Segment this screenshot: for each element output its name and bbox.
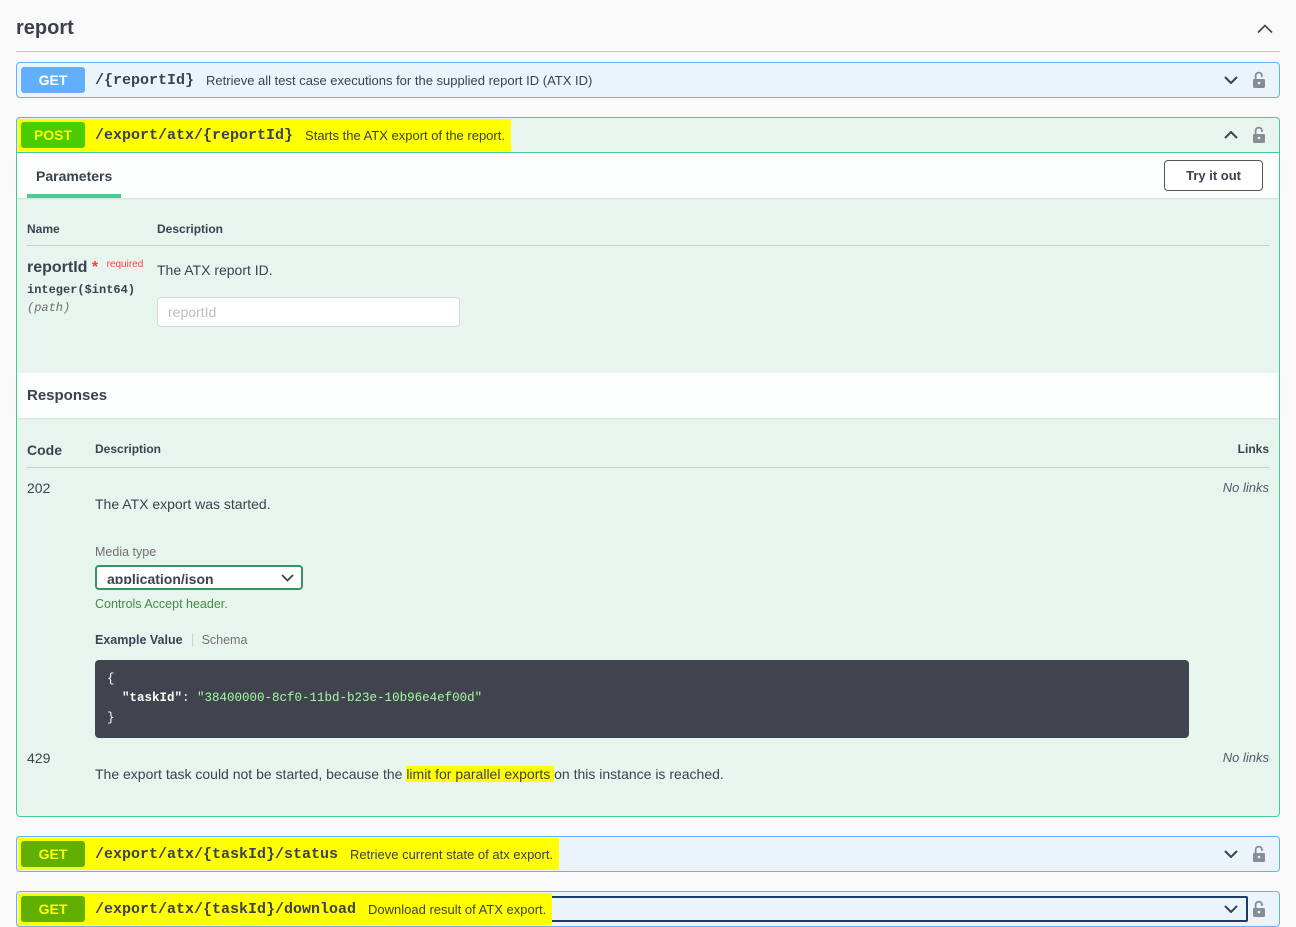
response-202-cell: The ATX export was started. Media type a…	[95, 468, 1189, 738]
endpoint-summary-row: GET /export/atx/{taskId}/download Downlo…	[17, 892, 1279, 926]
response-429-text-end: on this instance is reached.	[554, 766, 724, 782]
example-json-block: { "taskId": "38400000-8cf0-11bd-b23e-10b…	[95, 660, 1189, 738]
reportid-input[interactable]	[157, 297, 460, 327]
tab-separator	[192, 633, 193, 647]
endpoint-summary-row: POST /export/atx/{reportId} Starts the A…	[17, 118, 1279, 152]
chevron-down-icon[interactable]	[1214, 76, 1248, 84]
required-asterisk: *	[92, 259, 98, 276]
media-type-select[interactable]: application/json	[95, 565, 303, 590]
description-column-header: Description	[95, 442, 1189, 468]
parameter-location: (path)	[27, 301, 157, 315]
opblock-get-download: GET /export/atx/{taskId}/download Downlo…	[16, 891, 1280, 927]
operation-body: Parameters Try it out Name Description r…	[17, 152, 1279, 816]
expand-operation-button[interactable]: GET /export/atx/{taskId}/status Retrieve…	[21, 841, 1248, 867]
responses-section-header: Responses	[17, 373, 1279, 418]
chevron-down-icon[interactable]	[1214, 905, 1248, 913]
expand-operation-button[interactable]: GET /{reportId} Retrieve all test case e…	[21, 67, 1248, 93]
endpoint-summary-text: Retrieve all test case executions for th…	[206, 73, 592, 88]
responses-content: Code Description Links 202 The ATX expor…	[17, 418, 1279, 816]
json-colon: :	[182, 691, 197, 705]
parameter-type: integer($int64)	[27, 283, 157, 297]
tag-header[interactable]: report	[16, 0, 1280, 52]
tag-title: report	[16, 17, 74, 40]
response-429-cell: The export task could not be started, be…	[95, 738, 1189, 782]
collapse-tag-chevron-up-icon[interactable]	[1256, 24, 1274, 34]
links-column-header: Links	[1189, 442, 1269, 468]
required-label: required	[107, 259, 144, 270]
code-column-header: Code	[27, 442, 95, 468]
endpoint-summary-text: Retrieve current state of atx export.	[350, 847, 553, 862]
opblock-get-status: GET /export/atx/{taskId}/status Retrieve…	[16, 836, 1280, 872]
media-type-label: Media type	[95, 545, 1189, 559]
endpoint-summary-row: GET /export/atx/{taskId}/status Retrieve…	[17, 837, 1279, 871]
auth-lock-open-icon[interactable]	[1248, 845, 1275, 863]
auth-lock-open-icon[interactable]	[1248, 126, 1275, 144]
endpoint-summary-text: Starts the ATX export of the report.	[305, 128, 505, 143]
parameter-name: reportId	[27, 259, 87, 276]
example-schema-tabs: Example Value Schema	[95, 633, 1189, 647]
try-it-out-button[interactable]: Try it out	[1164, 160, 1263, 191]
endpoint-path[interactable]: /{reportId}	[95, 72, 194, 89]
search-highlight-text: limit for parallel exports	[406, 766, 554, 782]
http-method-badge: GET	[21, 896, 85, 922]
response-202-links: No links	[1189, 468, 1269, 738]
tab-schema[interactable]: Schema	[202, 633, 248, 647]
param-description-column-header: Description	[157, 222, 1269, 246]
endpoint-path[interactable]: /export/atx/{taskId}/status	[95, 846, 338, 863]
tab-example-value[interactable]: Example Value	[95, 633, 183, 647]
response-429-text: The export task could not be started, be…	[95, 766, 406, 782]
json-brace-close: }	[107, 711, 115, 725]
expand-operation-button-focused[interactable]: GET /export/atx/{taskId}/download Downlo…	[21, 896, 1248, 922]
http-method-badge: GET	[21, 67, 85, 93]
responses-title: Responses	[27, 387, 107, 404]
tab-parameters[interactable]: Parameters	[27, 154, 121, 198]
endpoint-summary-row: GET /{reportId} Retrieve all test case e…	[17, 63, 1279, 97]
json-key-taskid: "taskId"	[107, 691, 182, 705]
json-value-taskid: "38400000-8cf0-11bd-b23e-10b96e4ef00d"	[197, 691, 482, 705]
chevron-up-icon[interactable]	[1214, 131, 1248, 139]
parameter-description-cell: The ATX report ID.	[157, 246, 1269, 327]
controls-accept-header-note: Controls Accept header.	[95, 597, 1189, 611]
param-name-column-header: Name	[27, 222, 157, 246]
endpoint-path[interactable]: /export/atx/{reportId}	[95, 127, 293, 144]
chevron-down-icon[interactable]	[1214, 850, 1248, 858]
search-highlight-region: GET /export/atx/{taskId}/download Downlo…	[21, 896, 546, 922]
parameters-section-header: Parameters Try it out	[17, 153, 1279, 198]
opblock-get-reportid: GET /{reportId} Retrieve all test case e…	[16, 62, 1280, 98]
json-brace-open: {	[107, 672, 115, 686]
parameter-description: The ATX report ID.	[157, 262, 1269, 278]
media-type-control: Media type application/json Controls Acc…	[95, 545, 1189, 611]
collapse-operation-button[interactable]: POST /export/atx/{reportId} Starts the A…	[21, 122, 1248, 148]
search-highlight-region: GET /export/atx/{taskId}/status Retrieve…	[21, 841, 553, 867]
endpoint-path[interactable]: /export/atx/{taskId}/download	[95, 901, 356, 918]
opblock-post-export-atx: POST /export/atx/{reportId} Starts the A…	[16, 117, 1280, 817]
endpoint-summary-text: Download result of ATX export.	[368, 902, 546, 917]
auth-lock-open-icon[interactable]	[1248, 71, 1275, 89]
parameter-meta-cell: reportId * required integer($int64) (pat…	[27, 246, 157, 327]
response-code-429: 429	[27, 738, 95, 782]
response-202-description: The ATX export was started.	[95, 496, 1189, 512]
response-code-202: 202	[27, 468, 95, 738]
response-429-description: The export task could not be started, be…	[95, 766, 1189, 782]
parameters-content: Name Description reportId * required int…	[17, 198, 1279, 373]
http-method-badge: POST	[21, 122, 85, 148]
response-429-links: No links	[1189, 738, 1269, 782]
http-method-badge: GET	[21, 841, 85, 867]
search-highlight-region: POST /export/atx/{reportId} Starts the A…	[21, 122, 505, 148]
